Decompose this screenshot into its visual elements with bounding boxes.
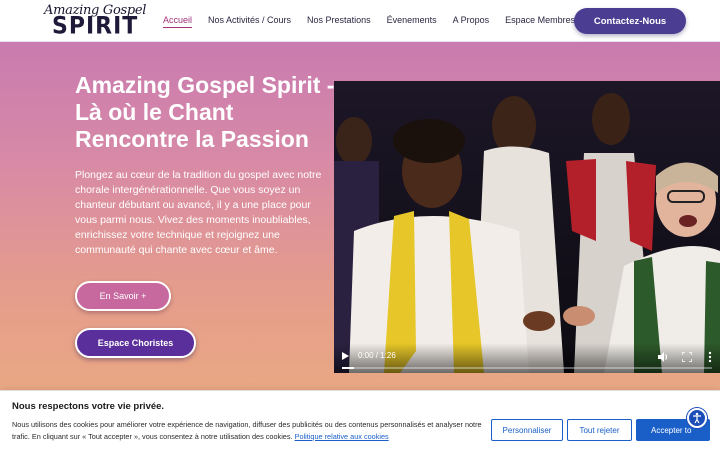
volume-icon[interactable] [657, 351, 669, 363]
video-time: 0:00 / 1:26 [358, 351, 396, 360]
cookie-text: Nous utilisons des cookies pour améliore… [12, 419, 490, 443]
nav-item-a-propos[interactable]: A Propos [453, 15, 490, 28]
hero-title: Amazing Gospel Spirit - Là où le Chant R… [75, 72, 335, 152]
video-progress-fill [342, 367, 354, 369]
video-frame [334, 81, 720, 373]
more-options-icon[interactable] [708, 351, 712, 363]
hero-description: Plongez au cœur de la tradition du gospe… [75, 169, 322, 256]
video-progress-bar[interactable] [342, 367, 712, 369]
customize-cookies-button[interactable]: Personnaliser [491, 419, 563, 441]
espace-choristes-button[interactable]: Espace Choristes [75, 328, 196, 358]
logo-line-2: SPIRIT [52, 12, 139, 41]
cookie-banner: Nous respectons votre vie privée. Nous u… [0, 390, 720, 450]
cookie-policy-link[interactable]: Politique relative aux cookies [295, 432, 389, 441]
fullscreen-icon[interactable] [682, 352, 692, 362]
nav-item-activites[interactable]: Nos Activités / Cours [208, 15, 291, 28]
nav-item-accueil[interactable]: Accueil [163, 15, 193, 28]
video-player[interactable]: 0:00 / 1:26 [334, 81, 720, 373]
nav-item-prestations[interactable]: Nos Prestations [307, 15, 371, 28]
cookie-title: Nous respectons votre vie privée. [12, 401, 165, 412]
contact-button[interactable]: Contactez-Nous [574, 8, 686, 34]
reject-all-button[interactable]: Tout rejeter [567, 419, 632, 441]
site-logo[interactable]: Amazing Gospel SPIRIT [42, 3, 146, 40]
nav-item-evenements[interactable]: Évenements [387, 15, 437, 28]
play-icon[interactable] [342, 352, 349, 360]
main-nav: Accueil Nos Activités / Cours Nos Presta… [163, 15, 575, 28]
nav-item-espace-membres[interactable]: Espace Membres [505, 15, 575, 28]
cookie-description: Nous utilisons des cookies pour améliore… [12, 420, 482, 441]
en-savoir-plus-button[interactable]: En Savoir + [75, 281, 171, 311]
video-controls: 0:00 / 1:26 [334, 343, 720, 373]
site-header: Amazing Gospel SPIRIT Accueil Nos Activi… [0, 0, 720, 42]
accessibility-icon[interactable] [687, 408, 707, 428]
accessibility-figure-icon [693, 412, 701, 424]
